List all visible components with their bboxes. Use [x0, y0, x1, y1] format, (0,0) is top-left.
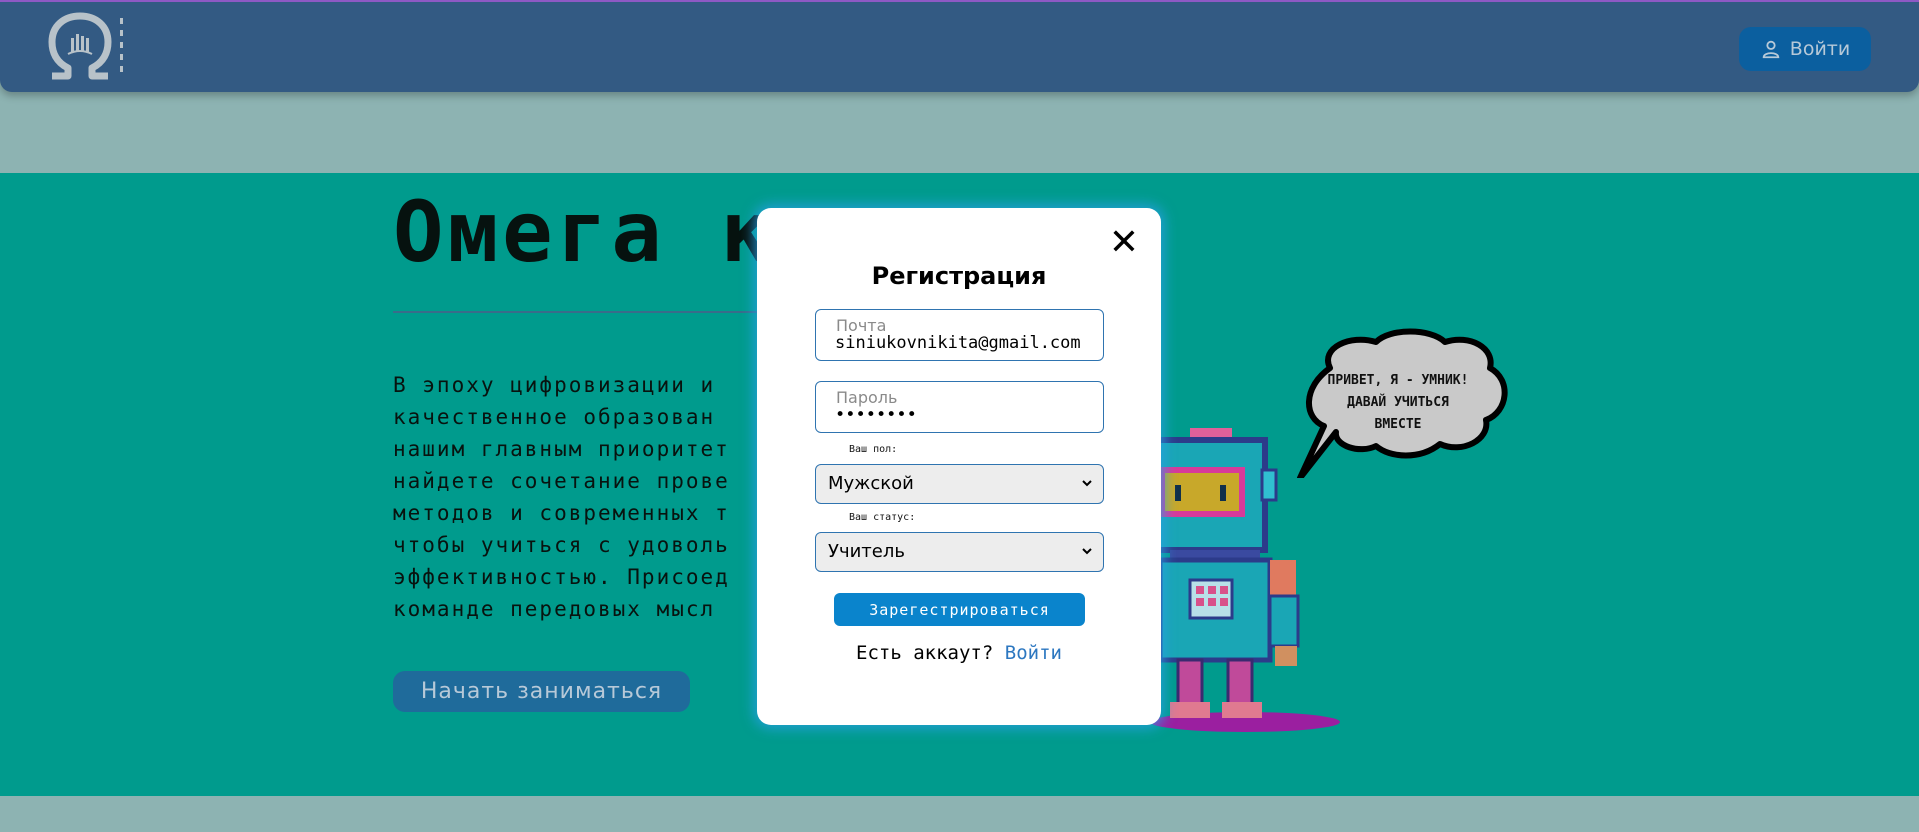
email-field[interactable]: Почта [815, 309, 1104, 361]
registration-modal: ✕ Регистрация Почта Пароль Ваш пол: Мужс… [757, 208, 1161, 725]
modal-title: Регистрация [871, 262, 1047, 290]
modal-login-link[interactable]: Войти [1005, 642, 1062, 664]
chevron-down-icon [1082, 480, 1092, 487]
register-button[interactable]: Зарегестрироваться [834, 593, 1085, 626]
gender-selected: Мужской [828, 473, 914, 494]
start-learning-button[interactable]: Начать заниматься [393, 671, 690, 712]
status-select[interactable]: Учитель [815, 532, 1104, 572]
close-icon[interactable]: ✕ [1107, 225, 1141, 261]
site-header: Войти [0, 0, 1919, 92]
header-login-button[interactable]: Войти [1739, 27, 1871, 71]
user-icon [1762, 40, 1780, 59]
speech-bubble-text: ПРИВЕТ, Я - УМНИК! ДАВАЙ УЧИТЬСЯ ВМЕСТЕ [1312, 370, 1484, 436]
header-login-label: Войти [1789, 38, 1851, 60]
gender-select[interactable]: Мужской [815, 464, 1104, 504]
gender-label: Ваш пол: [849, 444, 898, 455]
email-input[interactable] [835, 332, 1097, 354]
password-input[interactable] [835, 404, 1097, 426]
password-field[interactable]: Пароль [815, 381, 1104, 433]
chevron-down-icon [1082, 548, 1092, 555]
hero-description: В эпоху цифровизации и качественное обра… [393, 373, 730, 621]
account-row: Есть аккаут? Войти [757, 642, 1161, 664]
status-label: Ваш статус: [849, 512, 916, 523]
account-prompt: Есть аккаут? [856, 642, 994, 664]
speech-bubble-line: ПРИВЕТ, Я - УМНИК! ДАВАЙ УЧИТЬСЯ ВМЕСТЕ [1327, 373, 1469, 432]
hero-divider [393, 311, 763, 313]
omega-logo-icon[interactable] [46, 12, 136, 82]
status-selected: Учитель [828, 541, 905, 562]
